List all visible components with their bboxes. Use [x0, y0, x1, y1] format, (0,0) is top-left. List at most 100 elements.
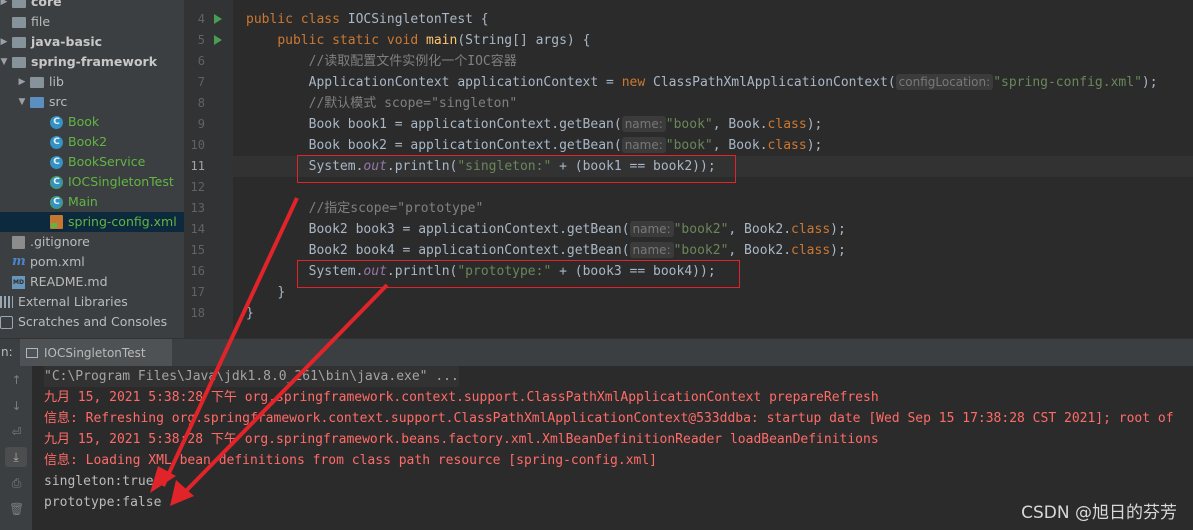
- class-name: IOCSingletonTest {: [347, 12, 489, 27]
- tree-item-label: BookService: [68, 154, 146, 169]
- tree-item[interactable]: m pom.xml: [0, 252, 184, 272]
- string-literal: "spring-config.xml": [993, 75, 1142, 90]
- parameter-hint: name:: [621, 137, 666, 153]
- tree-item-label: README.md: [30, 274, 108, 289]
- up-arrow-icon[interactable]: ↑: [9, 373, 24, 387]
- java-class-icon: C: [50, 155, 63, 169]
- tree-item-label: Book: [68, 114, 100, 129]
- down-arrow-icon[interactable]: ↓: [9, 399, 24, 413]
- tab-run-iocsingletontest[interactable]: IOCSingletonTest: [20, 339, 172, 366]
- console-line: prototype:false: [44, 495, 162, 510]
- folder-icon: [12, 36, 26, 48]
- tab-label: IOCSingletonTest: [44, 345, 146, 360]
- code-line: public class IOCSingletonTest {: [246, 9, 489, 30]
- tree-item-label: pom.xml: [30, 254, 85, 269]
- console-line: 信息: Refreshing org.springframework.conte…: [44, 411, 1174, 426]
- console-line: 信息: Loading XML bean definitions from cl…: [44, 453, 657, 468]
- line-number: 5: [197, 33, 205, 47]
- java-class-icon: C: [50, 175, 63, 189]
- project-tree: ▶ core file ▶ java-basic ▼ spring-framework ▶ li…: [0, 0, 185, 338]
- highlight-box-prototype: [297, 260, 740, 288]
- tree-item-label: Book2: [68, 134, 108, 149]
- tree-item[interactable]: ▼ src: [0, 92, 184, 112]
- line-number: 10: [190, 138, 205, 152]
- comment-text: //默认模式 scope="singleton": [308, 96, 518, 111]
- line-number: 17: [190, 285, 205, 299]
- tree-item-label: Main: [68, 194, 98, 209]
- chevron-right-icon[interactable]: ▶: [0, 0, 10, 12]
- code-line: Book book2 = applicationContext.getBean(…: [246, 135, 822, 156]
- folder-icon: [30, 76, 44, 88]
- chevron-right-icon[interactable]: ▶: [0, 32, 10, 52]
- tree-item[interactable]: External Libraries: [0, 292, 184, 312]
- run-window-label: n:: [1, 345, 13, 359]
- tree-item[interactable]: C Main: [0, 192, 184, 212]
- code-comment: //读取配置文件实例化一个IOC容器: [246, 51, 517, 72]
- comment-text: //读取配置文件实例化一个IOC容器: [308, 54, 517, 69]
- tree-item[interactable]: ▶ lib: [0, 72, 184, 92]
- java-class-icon: C: [50, 135, 63, 149]
- keyword: class: [791, 222, 831, 237]
- line-number: 14: [190, 222, 205, 236]
- string-literal: "book": [665, 138, 713, 153]
- run-main-icon[interactable]: [214, 35, 222, 45]
- tree-item[interactable]: C BookService: [0, 152, 184, 172]
- chevron-down-icon[interactable]: ▼: [0, 52, 10, 72]
- line-number: 9: [197, 117, 205, 131]
- tree-item[interactable]: ▶ java-basic: [0, 32, 184, 52]
- tree-item-label: file: [31, 14, 51, 29]
- print-icon[interactable]: ⎙: [9, 476, 24, 490]
- trash-icon[interactable]: 🗑: [9, 502, 24, 516]
- code-line: Book book1 = applicationContext.getBean(…: [246, 114, 822, 135]
- tree-item-label: src: [49, 94, 68, 109]
- parameter-hint: name:: [629, 221, 674, 237]
- tree-item[interactable]: ▶ core: [0, 0, 184, 12]
- tree-item-label: lib: [49, 74, 64, 89]
- console-icon: [26, 347, 38, 358]
- code-line: Book2 book4 = applicationContext.getBean…: [246, 240, 846, 261]
- code-text: ClassPathXmlApplicationContext(: [653, 75, 896, 90]
- code-text: , Book.: [712, 138, 768, 153]
- chevron-down-icon[interactable]: ▼: [16, 92, 28, 112]
- console-line: 九月 15, 2021 5:38:28 下午 org.springframewo…: [44, 390, 879, 405]
- tree-item[interactable]: file: [0, 12, 184, 32]
- tree-item[interactable]: C IOCSingletonTest: [0, 172, 184, 192]
- tree-item[interactable]: C Book2: [0, 132, 184, 152]
- code-text: );: [806, 117, 823, 132]
- folder-icon: [12, 56, 26, 68]
- code-comment: //默认模式 scope="singleton": [246, 93, 518, 114]
- code-line: Book2 book3 = applicationContext.getBean…: [246, 219, 846, 240]
- run-class-icon[interactable]: [214, 14, 222, 24]
- folder-icon: [12, 16, 26, 28]
- tree-item-label: Scratches and Consoles: [18, 314, 168, 329]
- tree-item[interactable]: Scratches and Consoles: [0, 312, 184, 332]
- tree-item-label: core: [31, 0, 62, 9]
- editor-gutter: 4 5 6 7 8 9 10 11 12 13 14 15 16 17 18: [185, 0, 243, 338]
- tree-item[interactable]: ▼ spring-framework: [0, 52, 184, 72]
- code-text: Book book1 = applicationContext.getBean(: [308, 117, 622, 132]
- code-line: }: [246, 282, 285, 303]
- tree-item[interactable]: .gitignore: [0, 232, 184, 252]
- parameter-hint: name:: [629, 242, 674, 258]
- closing-brace: }: [277, 285, 286, 300]
- markdown-icon: MD: [12, 275, 25, 289]
- tree-item[interactable]: C Book: [0, 112, 184, 132]
- scroll-to-end-icon[interactable]: ⤓: [5, 447, 27, 467]
- chevron-right-icon[interactable]: ▶: [16, 72, 28, 92]
- code-editor[interactable]: public class IOCSingletonTest { public s…: [233, 0, 1193, 338]
- scratches-icon: [0, 315, 13, 329]
- line-number: 18: [190, 306, 205, 320]
- line-number: 8: [197, 96, 205, 110]
- tree-item[interactable]: spring-config.xml: [0, 212, 184, 232]
- console-line: 九月 15, 2021 5:38:28 下午 org.springframewo…: [44, 432, 879, 447]
- tree-item[interactable]: MD README.md: [0, 272, 184, 292]
- code-text: , Book2.: [728, 222, 792, 237]
- console-output[interactable]: "C:\Program Files\Java\jdk1.8.0_261\bin\…: [32, 366, 1193, 530]
- code-line: public static void main(String[] args) {: [246, 30, 590, 51]
- code-text: , Book.: [712, 117, 768, 132]
- keyword: public class: [246, 12, 348, 27]
- code-text: Book2 book4 = applicationContext.getBean…: [308, 243, 630, 258]
- soft-wrap-icon[interactable]: ⏎: [9, 425, 24, 439]
- line-number: 4: [197, 12, 205, 26]
- closing-brace: }: [246, 306, 254, 321]
